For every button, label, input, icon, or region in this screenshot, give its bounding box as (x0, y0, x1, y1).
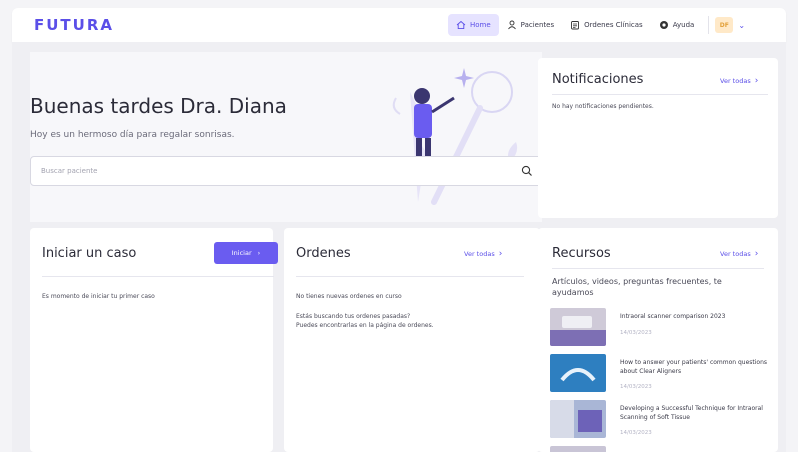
futura-logo[interactable]: FUTURA (34, 16, 114, 34)
intraoral-scan-thumbnail (550, 400, 606, 438)
start-case-card: Iniciar un caso Iniciar › Es momento de i… (30, 228, 278, 452)
resource-date: 14/03/2023 (620, 430, 652, 436)
avatar: DF (715, 17, 734, 33)
nav-patients[interactable]: Pacientes (499, 14, 562, 36)
search-input[interactable] (31, 157, 501, 185)
clipboard-icon (571, 21, 580, 30)
orders-past-line1: Estás buscando tus ordenes pasadas? (296, 313, 411, 320)
aligner-thumbnail (550, 354, 606, 392)
user-icon (507, 20, 516, 30)
chevron-right-icon: › (754, 249, 759, 259)
resource-date: 14/03/2023 (620, 384, 652, 390)
start-case-title: Iniciar un caso (42, 246, 137, 261)
resources-title: Recursos (552, 246, 611, 261)
home-icon (456, 20, 466, 30)
top-navigation-bar: FUTURA Home Pacientes Ordenes Clínicas A… (12, 8, 786, 42)
nav-home-label: Home (470, 21, 491, 29)
greeting-title: Buenas tardes Dra. Diana (30, 94, 287, 118)
nav-clinical-orders[interactable]: Ordenes Clínicas (562, 14, 651, 36)
start-case-button-label: Iniciar (231, 249, 252, 257)
nav-help-label: Ayuda (672, 21, 695, 29)
resource-thumbnail-partial (550, 446, 606, 452)
orders-divider (296, 276, 524, 277)
chevron-right-icon: › (257, 249, 261, 257)
resource-item[interactable]: How to answer your patients' common ques… (550, 354, 770, 394)
notifications-title: Notificaciones (552, 72, 644, 87)
orders-see-all-label: Ver todas (464, 250, 495, 258)
orders-card: Ordenes Ver todas › No tienes nuevas orde… (284, 228, 540, 452)
main-nav: Home Pacientes Ordenes Clínicas Ayuda DF… (448, 14, 745, 36)
scanner-thumbnail (550, 308, 606, 346)
orders-empty-text: No tienes nuevas ordenes en curso (296, 293, 402, 300)
resource-date: 14/03/2023 (620, 330, 652, 336)
start-case-button[interactable]: Iniciar › (214, 242, 278, 264)
notifications-card: Notificaciones Ver todas › No hay notific… (538, 58, 778, 218)
resources-see-all-label: Ver todas (720, 250, 751, 258)
nav-divider (708, 16, 710, 34)
greeting-subtitle: Hoy es un hermoso día para regalar sonri… (30, 130, 235, 140)
notifications-empty-text: No hay notificaciones pendientes. (552, 103, 654, 110)
notifications-divider (552, 94, 768, 95)
help-icon (659, 21, 668, 29)
resource-title: Developing a Successful Technique for In… (620, 405, 763, 421)
resources-card: Recursos Ver todas › Artículos, videos, p… (538, 228, 778, 452)
resource-item[interactable]: Developing a Successful Technique for In… (550, 400, 770, 440)
resources-see-all-link[interactable]: Ver todas › (720, 249, 758, 259)
user-menu[interactable]: DF ⌄ (715, 17, 745, 33)
nav-clinical-orders-label: Ordenes Clínicas (584, 21, 643, 29)
resources-subtitle: Artículos, videos, preguntas frecuentes,… (552, 277, 722, 297)
dashboard-main: Buenas tardes Dra. Diana Hoy es un hermo… (12, 42, 786, 452)
notifications-see-all-label: Ver todas (720, 77, 751, 85)
resources-divider (552, 268, 764, 269)
nav-home[interactable]: Home (448, 14, 499, 36)
orders-past-line2: Puedes encontrarlas en la página de orde… (296, 322, 434, 329)
nav-help[interactable]: Ayuda (651, 14, 703, 36)
dentist-illustration (392, 68, 518, 205)
start-case-message: Es momento de iniciar tu primer caso (42, 293, 155, 300)
resource-item[interactable]: Intraoral scanner comparison 2023 14/03/… (550, 308, 770, 348)
hero-section: Buenas tardes Dra. Diana Hoy es un hermo… (30, 52, 542, 222)
resource-title: Intraoral scanner comparison 2023 (620, 313, 726, 320)
orders-title: Ordenes (296, 246, 351, 261)
chevron-down-icon: ⌄ (738, 20, 746, 30)
chevron-right-icon: › (498, 249, 503, 259)
resource-title: How to answer your patients' common ques… (620, 359, 768, 375)
notifications-see-all-link[interactable]: Ver todas › (720, 76, 758, 86)
patient-search (30, 156, 542, 186)
nav-patients-label: Pacientes (520, 21, 555, 29)
start-case-divider (42, 276, 274, 277)
orders-see-all-link[interactable]: Ver todas › (464, 249, 502, 259)
search-icon[interactable] (521, 165, 533, 177)
chevron-right-icon: › (754, 76, 759, 86)
